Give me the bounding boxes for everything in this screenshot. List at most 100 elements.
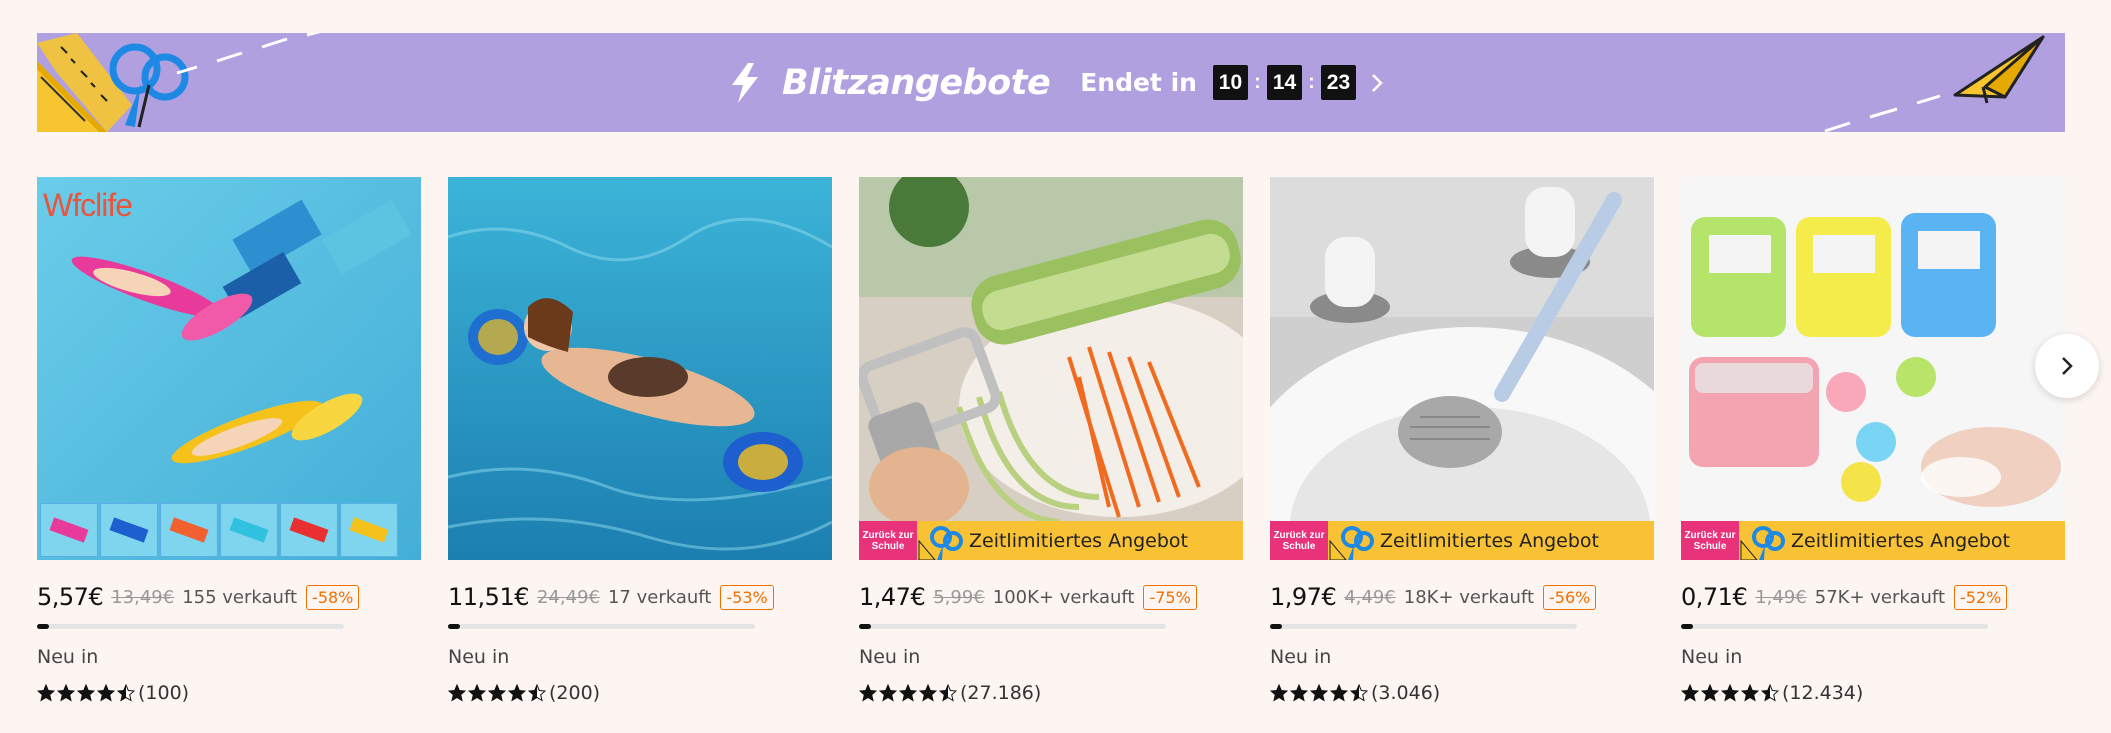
promo-text: Zeitlimitiertes Angebot — [1791, 529, 2011, 552]
variant-thumbnail[interactable] — [100, 503, 158, 557]
product-card[interactable]: 11,51€ 24,49€ 17 verkauft -53% Neu in (2… — [448, 177, 832, 704]
review-count: (27.186) — [960, 682, 1042, 704]
star-icon — [1721, 684, 1739, 702]
variant-thumbnail[interactable] — [220, 503, 278, 557]
product-image[interactable]: Zurück zur Schule Zeitlimitiertes Angebo… — [1681, 177, 2065, 560]
badge-line: Schule — [1282, 540, 1316, 552]
original-price: 5,99€ — [933, 586, 985, 608]
product-image[interactable]: Wfclife — [37, 177, 421, 560]
product-card[interactable]: Zurück zur Schule Zeitlimitiertes Angebo… — [859, 177, 1243, 704]
back-to-school-badge: Zurück zur Schule — [1270, 521, 1328, 560]
product-card[interactable]: Wfclife 5,57€ 13,49€ 155 verkauft -58% N… — [37, 177, 421, 704]
star-icon — [919, 684, 937, 702]
star-icon — [448, 684, 466, 702]
star-rating — [37, 684, 135, 702]
rating: (12.434) — [1681, 682, 2065, 704]
product-card[interactable]: Zurück zur Schule Zeitlimitiertes Angebo… — [1681, 177, 2065, 704]
rating: (200) — [448, 682, 832, 704]
promo-strip: Zurück zur Schule Zeitlimitiertes Angebo… — [1681, 521, 2065, 560]
variant-thumbnail[interactable] — [280, 503, 338, 557]
star-icon — [899, 684, 917, 702]
scissors-ruler-icon — [1740, 526, 1785, 560]
variant-thumbnail[interactable] — [40, 503, 98, 557]
star-icon — [1701, 684, 1719, 702]
timer-separator: : — [1308, 71, 1315, 93]
back-to-school-badge: Zurück zur Schule — [1681, 521, 1739, 560]
vegetable-peeler-image — [859, 177, 1243, 560]
promo-strip: Zurück zur Schule Zeitlimitiertes Angebo… — [1270, 521, 1654, 560]
price: 5,57€ — [37, 583, 104, 611]
original-price: 24,49€ — [536, 586, 600, 608]
discount-badge: -53% — [720, 584, 774, 610]
star-rating — [1681, 684, 1779, 702]
price: 1,97€ — [1270, 583, 1337, 611]
sold-count: 57K+ verkauft — [1814, 586, 1946, 608]
timer-separator: : — [1254, 71, 1261, 93]
discount-badge: -75% — [1143, 584, 1197, 610]
star-icon — [468, 684, 486, 702]
timer-minutes: 14 — [1266, 65, 1302, 100]
star-icon — [508, 684, 526, 702]
star-icon — [1270, 684, 1288, 702]
badge-line: Zurück zur — [1273, 529, 1325, 541]
pool-float-image — [448, 177, 832, 560]
original-price: 4,49€ — [1344, 586, 1396, 608]
chevron-right-icon[interactable] — [1368, 72, 1386, 94]
scissors-ruler-icon — [1329, 526, 1374, 560]
variant-thumbnails[interactable] — [40, 503, 398, 557]
star-rating — [448, 684, 546, 702]
star-icon — [488, 684, 506, 702]
product-card[interactable]: Zurück zur Schule Zeitlimitiertes Angebo… — [1270, 177, 1654, 704]
carousel-next-button[interactable] — [2035, 334, 2099, 398]
back-to-school-badge: Zurück zur Schule — [859, 521, 917, 560]
flash-sale-banner[interactable]: Blitzangebote Endet in 10 : 14 : 23 — [37, 33, 2065, 132]
badge-line: Zurück zur — [862, 529, 914, 541]
toilet-brush-image — [1270, 177, 1654, 560]
variant-thumbnail[interactable] — [340, 503, 398, 557]
rating: (100) — [37, 682, 421, 704]
product-image[interactable] — [448, 177, 832, 560]
star-icon — [1330, 684, 1348, 702]
sales-progress-bar — [1681, 624, 1988, 629]
chevron-right-icon — [2062, 357, 2073, 375]
promo-text: Zeitlimitiertes Angebot — [1380, 529, 1600, 552]
product-image[interactable]: Zurück zur Schule Zeitlimitiertes Angebo… — [1270, 177, 1654, 560]
discount-badge: -52% — [1954, 584, 2008, 610]
sales-progress-bar — [1270, 624, 1577, 629]
promo-strip: Zurück zur Schule Zeitlimitiertes Angebo… — [859, 521, 1243, 560]
star-icon — [57, 684, 75, 702]
review-count: (12.434) — [1782, 682, 1864, 704]
star-icon — [1310, 684, 1328, 702]
timer-seconds: 23 — [1320, 65, 1356, 100]
progress-fill — [37, 624, 50, 629]
status-label: Neu in — [859, 646, 921, 668]
half-star-icon — [117, 684, 135, 702]
sold-count: 17 verkauft — [607, 586, 712, 608]
badge-line: Zurück zur — [1684, 529, 1736, 541]
price: 11,51€ — [448, 583, 529, 611]
sales-progress-bar — [448, 624, 755, 629]
product-image[interactable]: Zurück zur Schule Zeitlimitiertes Angebo… — [859, 177, 1243, 560]
half-star-icon — [1350, 684, 1368, 702]
discount-badge: -58% — [306, 584, 360, 610]
half-star-icon — [1761, 684, 1779, 702]
progress-fill — [859, 624, 872, 629]
badge-line: Schule — [871, 540, 905, 552]
status-label: Neu in — [448, 646, 510, 668]
ends-in-label: Endet in — [1080, 68, 1197, 97]
star-icon — [1290, 684, 1308, 702]
review-count: (100) — [138, 682, 190, 704]
star-icon — [77, 684, 95, 702]
star-icon — [859, 684, 877, 702]
variant-thumbnail[interactable] — [160, 503, 218, 557]
status-label: Neu in — [37, 646, 99, 668]
promo-text: Zeitlimitiertes Angebot — [969, 529, 1189, 552]
rating: (27.186) — [859, 682, 1243, 704]
sales-progress-bar — [859, 624, 1166, 629]
scissors-ruler-icon — [918, 526, 963, 560]
star-icon — [37, 684, 55, 702]
rating: (3.046) — [1270, 682, 1654, 704]
star-icon — [879, 684, 897, 702]
price: 1,47€ — [859, 583, 926, 611]
soap-paper-image — [1681, 177, 2065, 560]
